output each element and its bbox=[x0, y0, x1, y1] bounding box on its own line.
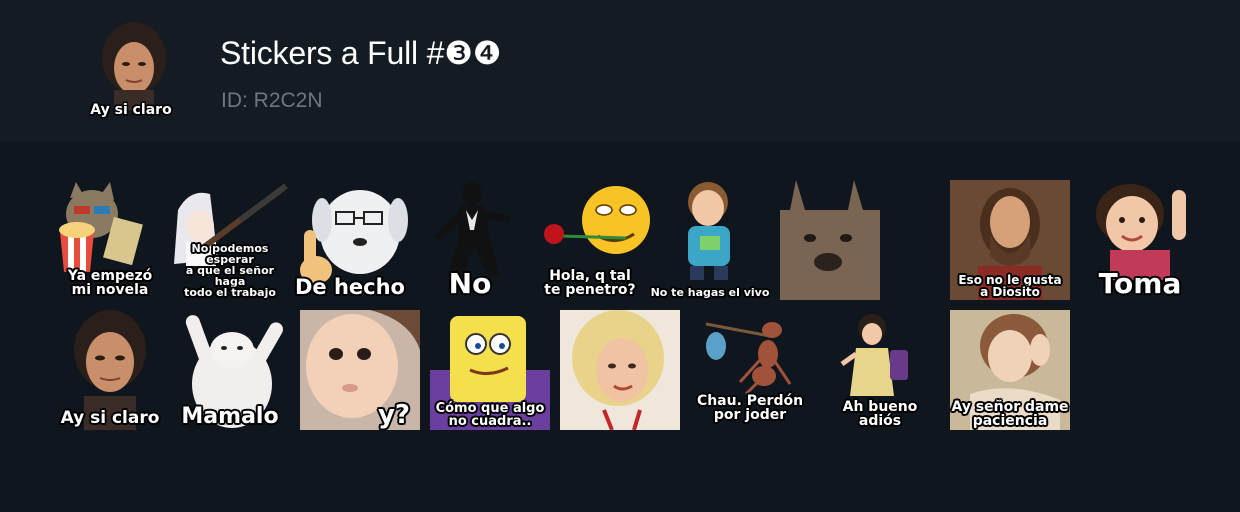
sticker-item[interactable]: Ay si claro bbox=[50, 310, 170, 430]
sticker-caption: y? bbox=[377, 400, 410, 430]
sticker-item[interactable]: Ay señor dame paciencia bbox=[950, 310, 1070, 430]
pack-icon-sticker[interactable]: Ay si claro bbox=[86, 18, 176, 122]
sticker-item[interactable]: Cómo que algo no cuadra.. bbox=[430, 310, 550, 430]
sticker-caption: Cómo que algo no cuadra.. bbox=[435, 401, 545, 429]
sticker-caption: Ay señor dame paciencia bbox=[951, 399, 1069, 429]
sticker-caption: Ah bueno adiós bbox=[842, 399, 918, 429]
pack-id: ID: R2C2N bbox=[221, 89, 323, 112]
sticker-item[interactable]: Mamalo bbox=[170, 310, 290, 430]
kid-icon bbox=[688, 182, 730, 280]
sticker-item[interactable]: De hecho bbox=[290, 180, 410, 300]
sticker-item[interactable]: No podemos esperar a que el señor haga t… bbox=[170, 180, 290, 300]
blonde-woman-icon bbox=[560, 310, 680, 430]
sticker-caption: Toma bbox=[1098, 267, 1182, 300]
sticker-item[interactable]: Eso no le gusta a Diosito bbox=[950, 180, 1070, 300]
sticker-caption: Ya empezó mi novela bbox=[67, 268, 153, 298]
sticker-caption: No te hagas el vivo bbox=[650, 286, 770, 299]
pack-title: Stickers a Full #❸❹ bbox=[220, 35, 502, 71]
sticker-caption: Eso no le gusta a Diosito bbox=[958, 273, 1062, 299]
sticker-grid: Ya empezó mi novela No podemos esperar a… bbox=[50, 180, 1200, 432]
sticker-item[interactable]: No te hagas el vivo bbox=[650, 180, 770, 300]
sticker-caption: No bbox=[448, 267, 492, 300]
sticker-caption: De hecho bbox=[294, 275, 405, 299]
sticker-item[interactable]: Chau. Perdón por joder bbox=[690, 310, 810, 430]
sticker-caption: Ay si claro bbox=[60, 408, 160, 428]
sticker-item[interactable]: Ah bueno adiós bbox=[820, 310, 940, 430]
dog-face-icon bbox=[780, 180, 880, 300]
sticker-item[interactable] bbox=[770, 180, 890, 300]
sticker-caption: Chau. Perdón por joder bbox=[696, 393, 804, 423]
pack-header: Ay si claro Stickers a Full #❸❹ ID: R2C2… bbox=[0, 0, 1240, 141]
sticker-item[interactable]: Hola, q tal te penetro? bbox=[530, 180, 650, 300]
sticker-item[interactable]: y? bbox=[300, 310, 420, 430]
sticker-item[interactable]: Ya empezó mi novela bbox=[50, 180, 170, 300]
sticker-item[interactable] bbox=[560, 310, 680, 430]
sticker-item[interactable]: Toma bbox=[1080, 180, 1200, 300]
pack-icon-caption: Ay si claro bbox=[90, 102, 172, 118]
sticker-caption: Mamalo bbox=[181, 404, 279, 429]
sticker-item[interactable]: No bbox=[410, 180, 530, 300]
sticker-caption: Hola, q tal te penetro? bbox=[544, 268, 636, 298]
sticker-caption: No podemos esperar a que el señor haga t… bbox=[184, 242, 276, 299]
